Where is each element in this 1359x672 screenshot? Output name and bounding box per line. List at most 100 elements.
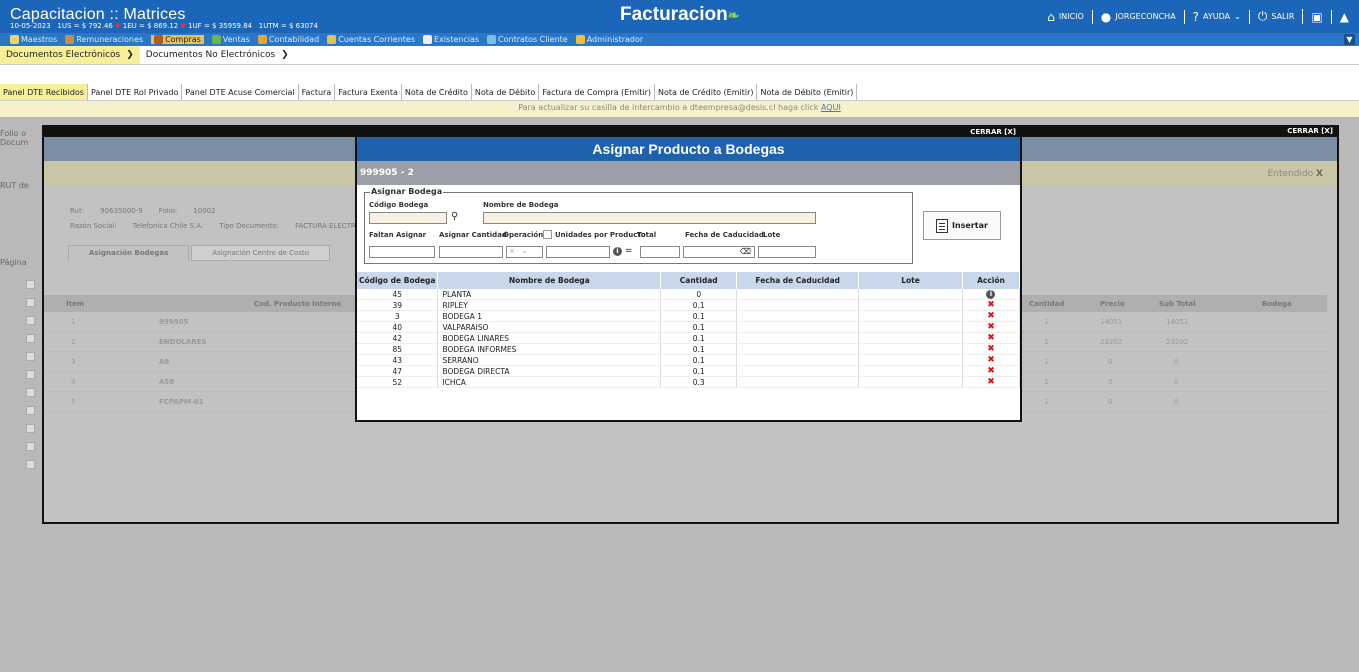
breadcrumb-documentos-no-electronicos[interactable]: Documentos No Electrónicos ❯ [140,46,295,64]
box-icon [154,35,164,44]
tab-panel-dte-recibidos[interactable]: Panel DTE Recibidos [0,84,88,100]
asignar-cantidad-input[interactable] [439,246,503,258]
total-input[interactable] [640,246,680,258]
tab-asignacion-centro-costo[interactable]: Asignación Centro de Costo [191,245,331,261]
fecha-caducidad-input[interactable]: ⌫ [683,246,755,258]
delete-icon[interactable]: ✖ [987,377,995,387]
menu-compras[interactable]: Compras [151,35,204,44]
row-accion: i [962,289,1021,300]
delete-icon[interactable]: ✖ [987,355,995,365]
row-checkbox[interactable] [26,442,35,451]
help-icon: ? [1192,9,1200,24]
row-checkbox[interactable] [26,298,35,307]
row-checkbox[interactable] [26,334,35,343]
nombre-bodega-input[interactable] [483,212,816,224]
tab-asignacion-bodegas[interactable]: Asignación Bodegas [68,245,190,261]
razon-info-label: Razón Social: [70,222,117,230]
menu-label: Existencias [434,35,480,44]
row-codigo: 42 [357,332,439,344]
folio-info-value: 10002 [193,207,216,215]
row-cod: ENDOLARES [159,337,207,346]
insertar-button[interactable]: Insertar [923,211,1001,240]
delete-icon[interactable]: ✖ [987,344,995,354]
ayuda-label: AYUDA [1203,12,1231,21]
notifications-button[interactable]: ▲ [1332,10,1349,24]
row-checkbox[interactable] [26,460,35,469]
rut-label: RUT de [0,181,29,190]
menu-contratos-cliente[interactable]: Contratos Cliente [487,35,568,44]
menu-cuentas-corrientes[interactable]: Cuentas Corrientes [327,35,415,44]
lote-input[interactable] [758,246,816,258]
table-row: 42 BODEGA LINARES 0.1 ✖ [357,332,1021,344]
row-fecha [736,310,860,322]
tab-factura-compra-emitir[interactable]: Factura de Compra (Emitir) [539,84,656,100]
menu-label: Compras [165,35,201,44]
row-precio: 0 [1108,397,1113,406]
menu-expand-button[interactable]: ▼ [1344,34,1355,45]
menu-remuneraciones[interactable]: Remuneraciones [65,35,143,44]
row-checkbox[interactable] [26,406,35,415]
docum-label: Docum [0,138,29,147]
row-lote [858,343,963,355]
delete-icon[interactable]: ✖ [987,322,995,332]
delete-icon[interactable]: ✖ [987,366,995,376]
delete-icon[interactable]: ✖ [987,311,995,321]
binoculars-icon[interactable]: ⚲ [451,211,458,222]
salir-link[interactable]: ⏻ SALIR [1250,9,1304,24]
window-button[interactable]: ▣ [1303,9,1332,24]
faltan-asignar-input[interactable] [369,246,435,258]
entendido-button[interactable]: Entendido X [1268,169,1323,179]
tab-factura[interactable]: Factura [299,84,336,100]
row-checkbox[interactable] [26,352,35,361]
delete-icon[interactable]: ✖ [987,300,995,310]
row-subtotal: 14051 [1166,317,1189,326]
row-cod: A8 [159,357,170,366]
operacion-select[interactable]: × ⌄ [506,246,543,258]
row-lote [858,321,963,333]
row-cantidad: 1 [1044,377,1049,386]
salir-label: SALIR [1271,12,1295,21]
tab-factura-exenta[interactable]: Factura Exenta [335,84,402,100]
unidades-input[interactable] [546,246,610,258]
ayuda-link[interactable]: ? AYUDA ⌄ [1185,9,1250,24]
tab-panel-dte-rol-privado[interactable]: Panel DTE Rol Privado [88,84,183,100]
asignar-bodega-fieldset: Asignar Bodega Código Bodega Nombre de B… [364,187,913,264]
tab-nota-debito[interactable]: Nota de Débito [472,84,540,100]
menu-contabilidad[interactable]: Contabilidad [257,35,319,44]
menu-administrador[interactable]: Administrador [575,35,644,44]
row-checkbox[interactable] [26,424,35,433]
col-fecha: Fecha de Caducidad [736,272,860,289]
table-row: 3 BODEGA 1 0.1 ✖ [357,310,1021,322]
breadcrumb-label: Documentos No Electrónicos [145,50,276,60]
chevron-right-icon: ❯ [281,50,289,60]
clear-icon[interactable]: ⌫ [740,247,751,256]
modal-close-button[interactable]: CERRAR [X] [357,127,1020,137]
unidades-checkbox[interactable] [543,230,552,239]
menu-existencias[interactable]: Existencias [423,35,479,44]
user-link[interactable]: ● JORGECONCHA [1093,9,1185,24]
tab-nota-credito[interactable]: Nota de Crédito [402,84,472,100]
tab-nota-credito-emitir[interactable]: Nota de Crédito (Emitir) [655,84,758,100]
tab-nota-debito-emitir[interactable]: Nota de Débito (Emitir) [757,84,858,100]
menu-ventas[interactable]: Ventas [211,35,250,44]
codigo-bodega-input[interactable] [369,212,447,224]
row-checkbox[interactable] [26,370,35,379]
tab-panel-dte-acuse-comercial[interactable]: Panel DTE Acuse Comercial [182,84,299,100]
handshake-icon [327,35,337,44]
menu-maestros[interactable]: Maestros [10,35,57,44]
aqui-link[interactable]: AQUI [821,103,841,112]
row-checkbox[interactable] [26,316,35,325]
info-icon[interactable]: i [986,290,996,299]
row-checkbox[interactable] [26,280,35,289]
row-precio: 14051 [1100,317,1123,326]
breadcrumb-documentos-electronicos[interactable]: Documentos Electrónicos ❯ [0,46,140,64]
menu-label: Administrador [586,35,644,44]
row-cantidad: 0.1 [660,365,738,377]
asignar-bodegas-modal: CERRAR [X] Asignar Producto a Bodegas 99… [355,125,1022,422]
row-checkbox[interactable] [26,388,35,397]
main-menu: Maestros Remuneraciones Compras Ventas C… [0,33,1359,46]
nombre-bodega-label: Nombre de Bodega [483,201,559,209]
inicio-link[interactable]: ⌂ INICIO [1039,9,1093,24]
delete-icon[interactable]: ✖ [987,333,995,343]
sales-icon [211,35,221,44]
